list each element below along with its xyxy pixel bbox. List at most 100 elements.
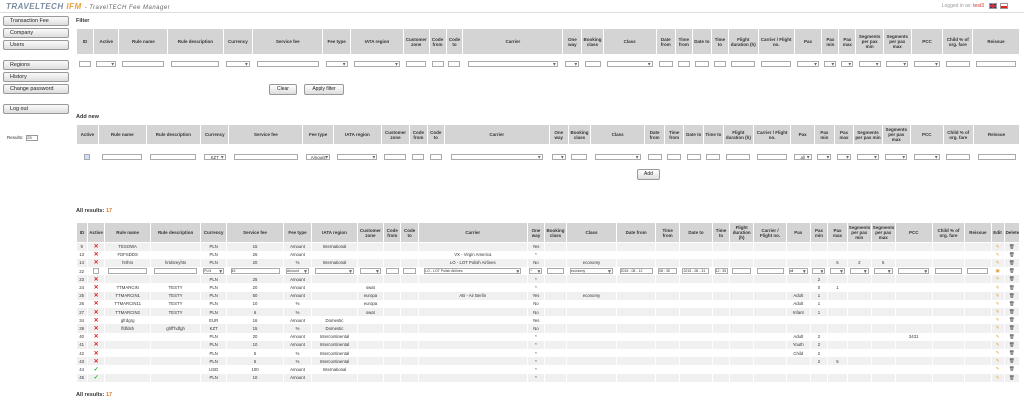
- edit-input-desc[interactable]: [154, 268, 198, 275]
- delete-icon[interactable]: 🗑: [1009, 252, 1014, 257]
- delete-icon[interactable]: 🗑: [1009, 358, 1014, 363]
- edit-input-smax[interactable]: [873, 268, 893, 275]
- edit-icon[interactable]: ✎: [996, 334, 1000, 339]
- filter-input-fee-type[interactable]: [325, 60, 348, 67]
- edit-icon[interactable]: ✎: [996, 285, 1000, 290]
- edit-input-bc[interactable]: [547, 268, 565, 275]
- filter-input-time-from[interactable]: [677, 60, 690, 67]
- filter-input-date-from[interactable]: [658, 60, 673, 67]
- addnew-input-code-from[interactable]: [412, 153, 425, 160]
- save-icon[interactable]: ▣: [996, 268, 1000, 273]
- edit-icon[interactable]: ✎: [996, 366, 1000, 371]
- filter-input-pax[interactable]: [797, 60, 820, 67]
- edit-input-tt[interactable]: 12 : 35: [714, 268, 728, 275]
- filter-input-code-to[interactable]: [448, 60, 461, 67]
- addnew-input-date-to[interactable]: [686, 153, 701, 160]
- addnew-input-carrier[interactable]: [450, 153, 543, 160]
- edit-icon[interactable]: ✎: [996, 301, 1000, 306]
- edit-icon[interactable]: ✎: [996, 342, 1000, 347]
- addnew-input-segments-per-pax-max[interactable]: [885, 153, 908, 160]
- sidebar-item-logout[interactable]: Log out: [3, 104, 69, 114]
- addnew-currency-select[interactable]: KZT: [203, 153, 226, 160]
- sidebar-item-history[interactable]: History: [3, 72, 69, 82]
- edit-input-fd[interactable]: [732, 268, 752, 275]
- filter-input-pcc[interactable]: [913, 60, 940, 67]
- filter-input-date-to[interactable]: [694, 60, 709, 67]
- filter-input-rule-description[interactable]: [171, 60, 220, 67]
- edit-input-pmin[interactable]: [812, 268, 826, 275]
- edit-input-oneway[interactable]: *: [529, 268, 543, 275]
- addnew-input-time-to[interactable]: [706, 153, 721, 160]
- edit-input-zone[interactable]: [359, 268, 381, 275]
- filter-input-pax-min[interactable]: [824, 60, 837, 67]
- filter-input-active[interactable]: [96, 60, 117, 67]
- delete-icon[interactable]: 🗑: [1009, 260, 1014, 265]
- edit-icon[interactable]: ✎: [996, 317, 1000, 322]
- sidebar-item-users[interactable]: Users: [3, 40, 69, 50]
- edit-icon[interactable]: ✎: [996, 276, 1000, 281]
- edit-icon[interactable]: ✎: [996, 309, 1000, 314]
- edit-icon[interactable]: ✎: [996, 375, 1000, 380]
- edit-input-cf[interactable]: [385, 268, 399, 275]
- add-button[interactable]: Add: [637, 169, 660, 180]
- addnew-input-carrier-flight-no[interactable]: [757, 153, 788, 160]
- edit-input-child[interactable]: [935, 268, 963, 275]
- filter-input-pax-max[interactable]: [841, 60, 854, 67]
- edit-icon[interactable]: ✎: [996, 244, 1000, 249]
- sidebar-item-regions[interactable]: Regions: [3, 60, 69, 70]
- addnew-input-segments-per-pax-min[interactable]: [856, 153, 879, 160]
- filter-input-flight-duration-h[interactable]: [731, 60, 756, 67]
- delete-icon[interactable]: 🗑: [1009, 350, 1014, 355]
- edit-input-pmax[interactable]: [830, 268, 845, 275]
- addnew-input-iata-region[interactable]: [337, 153, 378, 160]
- edit-input-smin[interactable]: [849, 268, 869, 275]
- addnew-input-rule-description[interactable]: [150, 153, 197, 160]
- edit-input-type[interactable]: Amount: [285, 268, 309, 275]
- edit-icon[interactable]: ✎: [996, 293, 1000, 298]
- filter-input-code-from[interactable]: [431, 60, 444, 67]
- filter-input-segments-per-pax-min[interactable]: [858, 60, 881, 67]
- delete-icon[interactable]: 🗑: [1009, 244, 1014, 249]
- results-select[interactable]: 25: [26, 135, 39, 141]
- delete-icon[interactable]: 🗑: [1009, 309, 1014, 314]
- delete-icon[interactable]: 🗑: [1009, 293, 1014, 298]
- delete-icon[interactable]: 🗑: [1009, 301, 1014, 306]
- edit-input-dt[interactable]: 2015 - 08 - 31: [682, 268, 710, 275]
- sidebar-item-change-password[interactable]: Change password: [3, 84, 69, 94]
- delete-icon[interactable]: 🗑: [1009, 317, 1014, 322]
- delete-icon[interactable]: 🗑: [1009, 342, 1014, 347]
- addnew-input-one-way[interactable]: [551, 153, 566, 160]
- edit-icon[interactable]: ✎: [996, 260, 1000, 265]
- edit-input-cfn[interactable]: [756, 268, 784, 275]
- filter-input-reissue[interactable]: [976, 60, 1017, 67]
- edit-input-fee[interactable]: 45: [230, 268, 280, 275]
- addnew-active-checkbox[interactable]: [84, 153, 91, 160]
- delete-icon[interactable]: 🗑: [1009, 375, 1014, 380]
- addnew-input-flight-duration-h[interactable]: [726, 153, 751, 160]
- edit-icon[interactable]: ✎: [996, 325, 1000, 330]
- delete-icon[interactable]: 🗑: [1009, 268, 1014, 273]
- edit-input-cls[interactable]: economy: [569, 268, 613, 275]
- filter-input-id[interactable]: [78, 60, 91, 67]
- addnew-input-pcc[interactable]: [913, 153, 940, 160]
- filter-input-child-of-org-fare[interactable]: [945, 60, 970, 67]
- edit-input-iata[interactable]: [315, 268, 354, 275]
- filter-input-carrier[interactable]: [467, 60, 558, 67]
- filter-input-carrier-flight-no[interactable]: [761, 60, 792, 67]
- sidebar-item-transaction-fee[interactable]: Transaction Fee: [3, 16, 69, 26]
- delete-icon[interactable]: 🗑: [1009, 366, 1014, 371]
- addnew-input-rule-name[interactable]: [102, 153, 143, 160]
- edit-input-name[interactable]: [108, 268, 148, 275]
- filter-input-segments-per-pax-max[interactable]: [886, 60, 909, 67]
- addnew-input-reissue[interactable]: [977, 153, 1016, 160]
- edit-icon[interactable]: ✎: [996, 252, 1000, 257]
- delete-icon[interactable]: 🗑: [1009, 276, 1014, 281]
- addnew-feetype-select[interactable]: Amount: [306, 153, 331, 160]
- filter-input-currency[interactable]: [225, 60, 250, 67]
- apply-filter-button[interactable]: Apply filter: [304, 84, 344, 95]
- edit-input-cur[interactable]: PLN: [203, 268, 225, 275]
- addnew-input-booking-class[interactable]: [571, 153, 588, 160]
- filter-input-class[interactable]: [606, 60, 653, 67]
- edit-icon[interactable]: ✎: [996, 350, 1000, 355]
- delete-icon[interactable]: 🗑: [1009, 285, 1014, 290]
